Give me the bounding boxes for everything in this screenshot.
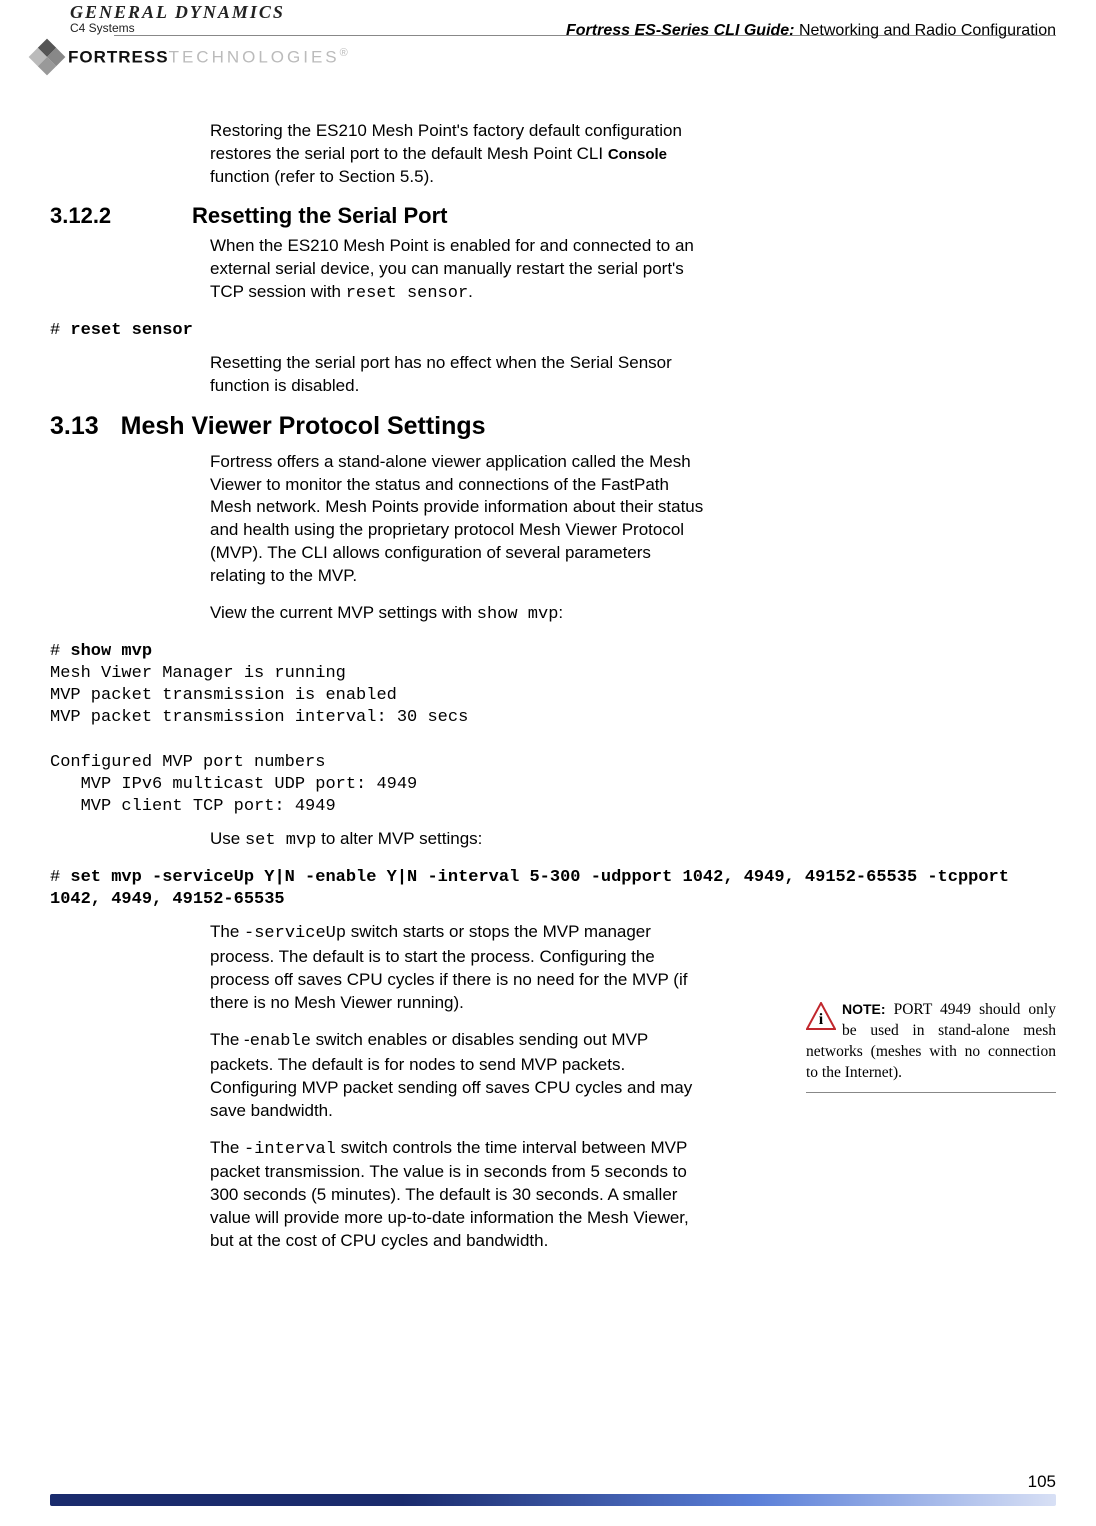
reset-serial-note: Resetting the serial port has no effect …	[210, 352, 706, 398]
section-3-13-heading: 3.13 Mesh Viewer Protocol Settings	[50, 412, 1056, 441]
guide-title: Fortress ES-Series CLI Guide: Networking…	[566, 22, 1056, 40]
warning-triangle-icon: i	[806, 1002, 836, 1030]
mvp-intro: Fortress offers a stand-alone viewer app…	[210, 451, 706, 589]
general-dynamics-logo: GENERAL DYNAMICS C4 Systems	[70, 2, 285, 35]
section-number: 3.13	[50, 412, 99, 441]
page-number: 105	[1028, 1472, 1056, 1492]
cli-reset-sensor: # reset sensor	[50, 320, 1056, 342]
section-title: Resetting the Serial Port	[192, 203, 448, 229]
page-header: GENERAL DYNAMICS C4 Systems Fortress ES-…	[0, 0, 1096, 80]
section-title: Mesh Viewer Protocol Settings	[121, 412, 486, 441]
note-port-4949: i NOTE: PORT 4949 should only be used in…	[806, 1000, 1056, 1093]
intro-paragraph: Restoring the ES210 Mesh Point's factory…	[210, 120, 706, 189]
mvp-view-instruction: View the current MVP settings with show …	[210, 602, 706, 627]
note-label: NOTE:	[842, 1001, 886, 1017]
svg-text:i: i	[819, 1011, 824, 1028]
serviceup-desc: The -serviceUp switch starts or stops th…	[210, 921, 706, 1015]
logo-main-text: GENERAL DYNAMICS	[70, 2, 285, 23]
interval-desc: The -interval switch controls the time i…	[210, 1137, 706, 1254]
registered-mark: ®	[340, 47, 349, 59]
console-label: Console	[608, 146, 667, 163]
mvp-set-instruction: Use set mvp to alter MVP settings:	[210, 828, 706, 853]
fortress-bold: FORTRESS	[68, 47, 169, 66]
diamond-icon	[29, 39, 66, 76]
guide-title-bold: Fortress ES-Series CLI Guide:	[566, 22, 795, 39]
section-number: 3.12.2	[50, 203, 160, 229]
section-3-12-2-heading: 3.12.2 Resetting the Serial Port	[50, 203, 1056, 229]
guide-title-rest: Networking and Radio Configuration	[795, 22, 1056, 39]
cli-show-mvp: # show mvp Mesh Viwer Manager is running…	[50, 641, 1056, 818]
page-content: Restoring the ES210 Mesh Point's factory…	[0, 80, 1096, 1253]
reset-serial-intro: When the ES210 Mesh Point is enabled for…	[210, 235, 706, 306]
logo-sub-text: C4 Systems	[70, 21, 285, 35]
cli-set-mvp: # set mvp -serviceUp Y|N -enable Y|N -in…	[50, 867, 1056, 911]
page-footer: 105	[50, 1494, 1056, 1506]
fortress-logo: FORTRESSTECHNOLOGIES®	[34, 44, 349, 70]
note-divider	[806, 1092, 1056, 1093]
fortress-light: TECHNOLOGIES	[169, 47, 340, 66]
footer-gradient-bar	[50, 1494, 1056, 1506]
cli-show-mvp-output: Mesh Viwer Manager is running MVP packet…	[50, 664, 468, 816]
enable-desc: The -enable switch enables or disables s…	[210, 1029, 706, 1123]
